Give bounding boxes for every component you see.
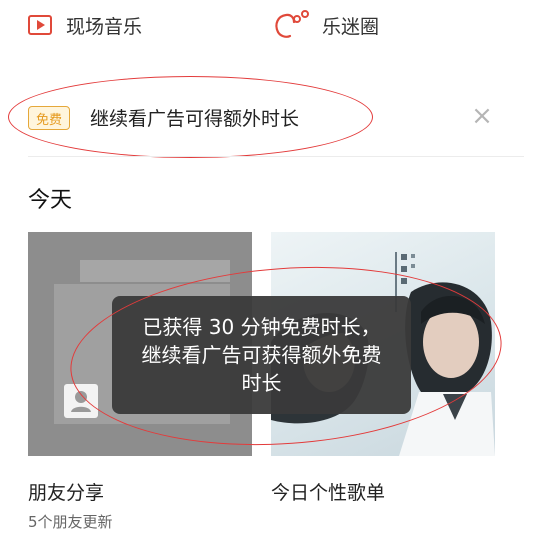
avatar [64, 384, 98, 418]
placeholder-block [80, 260, 230, 282]
chat-bubble-icon [272, 10, 312, 40]
divider [28, 156, 524, 157]
quick-link-live-music[interactable]: 现场音乐 [28, 10, 142, 40]
quick-link-label: 现场音乐 [66, 15, 143, 38]
toast-message: 已获得 30 分钟免费时长，继续看广告可获得额外免费时长 [112, 296, 411, 414]
user-avatar-icon [71, 391, 91, 412]
section-title: 今天 [28, 188, 73, 213]
card-subtitle-friends: 5个朋友更新 [28, 513, 113, 531]
toast-text: 已获得 30 分钟免费时长，继续看广告可获得额外免费时长 [141, 315, 382, 395]
banner-text: 继续看广告可得额外时长 [90, 108, 300, 130]
card-caption-friends: 朋友分享 [28, 482, 105, 504]
free-badge: 免费 [28, 106, 70, 130]
card-caption-daily: 今日个性歌单 [271, 482, 386, 504]
quick-link-label: 乐迷圈 [322, 15, 380, 38]
quick-link-fan-circle[interactable]: 乐迷圈 [272, 10, 379, 40]
ad-reward-banner[interactable]: 免费 继续看广告可得额外时长 × [0, 88, 537, 148]
play-box-icon [28, 15, 52, 35]
close-icon[interactable]: × [468, 102, 496, 130]
